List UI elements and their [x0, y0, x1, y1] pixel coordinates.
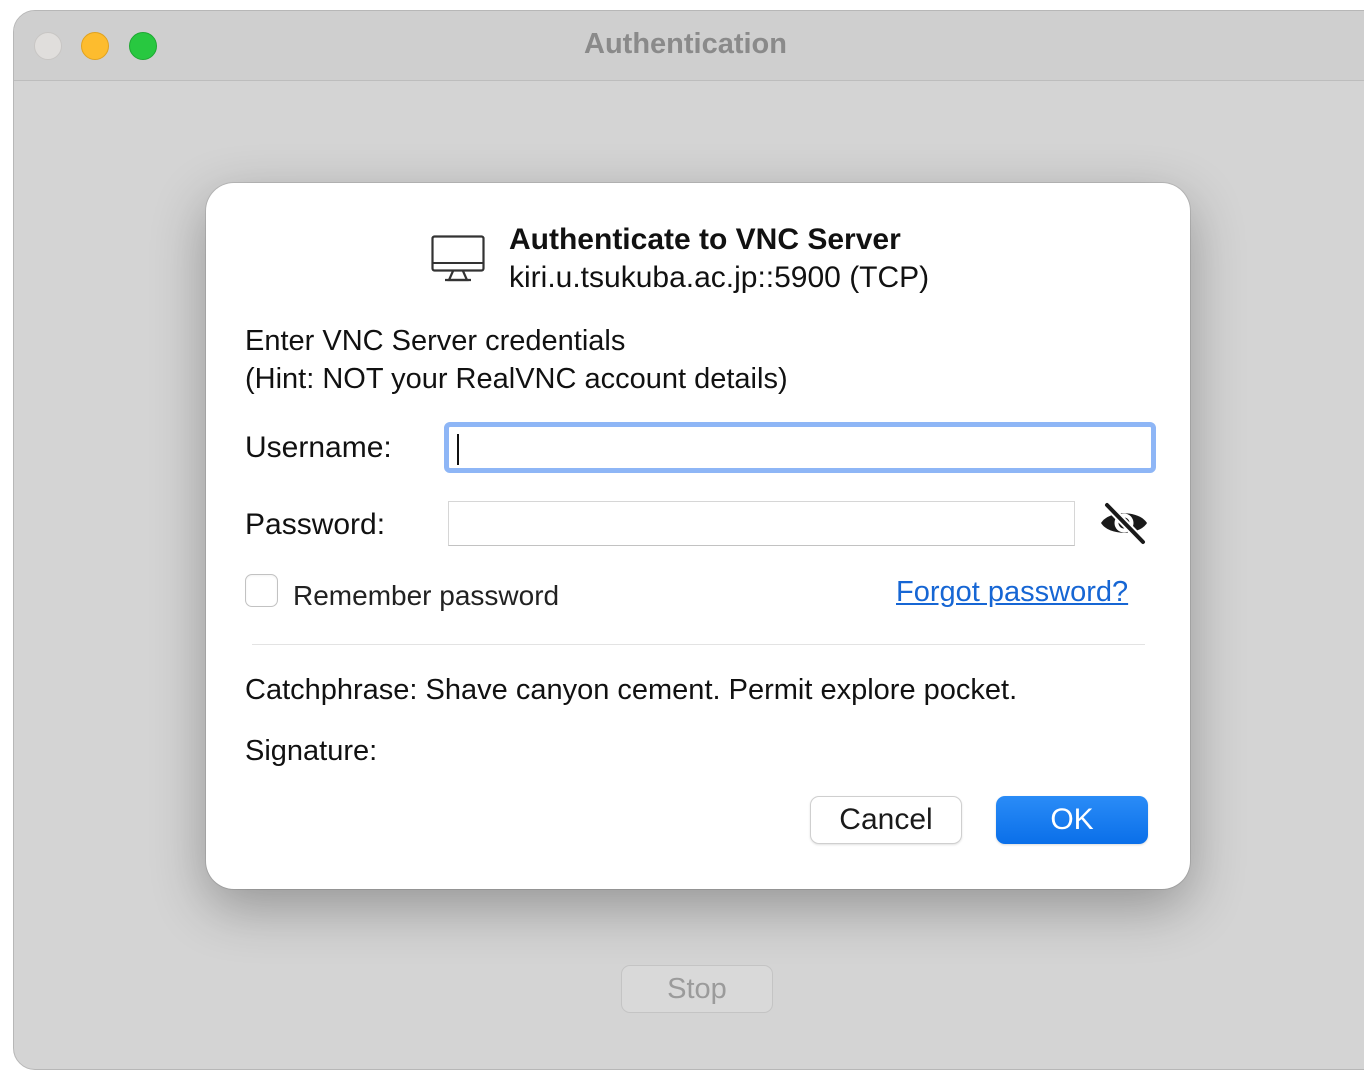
- stop-button[interactable]: Stop: [621, 965, 773, 1013]
- eye-slash-icon[interactable]: [1098, 500, 1150, 546]
- text-cursor: [457, 434, 459, 465]
- credentials-prompt: Enter VNC Server credentials: [245, 325, 626, 357]
- forgot-password-link[interactable]: Forgot password?: [896, 576, 1128, 609]
- catchphrase-text: Catchphrase: Shave canyon cement. Permit…: [245, 674, 1018, 706]
- monitor-icon: [431, 235, 485, 282]
- cancel-button[interactable]: Cancel: [810, 796, 962, 844]
- separator: [252, 644, 1145, 645]
- username-label: Username:: [245, 431, 392, 464]
- close-window-button[interactable]: [34, 32, 62, 60]
- server-address: kiri.u.tsukuba.ac.jp::5900 (TCP): [509, 261, 930, 294]
- password-label: Password:: [245, 508, 386, 541]
- remember-password-label[interactable]: Remember password: [293, 580, 559, 612]
- signature-label: Signature:: [245, 735, 378, 767]
- window-title-text: Authentication: [584, 28, 787, 60]
- ok-button[interactable]: OK: [996, 796, 1148, 844]
- credentials-hint: (Hint: NOT your RealVNC account details): [245, 363, 788, 395]
- maximize-window-button[interactable]: [129, 32, 157, 60]
- authentication-dialog: Authenticate to VNC Server kiri.u.tsukub…: [206, 183, 1190, 889]
- dialog-title: Authenticate to VNC Server: [509, 223, 901, 256]
- minimize-window-button[interactable]: [81, 32, 109, 60]
- remember-password-checkbox[interactable]: [245, 574, 278, 607]
- username-input[interactable]: [444, 422, 1156, 473]
- title-bar: Authentication: [14, 11, 1364, 81]
- password-input[interactable]: [448, 501, 1075, 546]
